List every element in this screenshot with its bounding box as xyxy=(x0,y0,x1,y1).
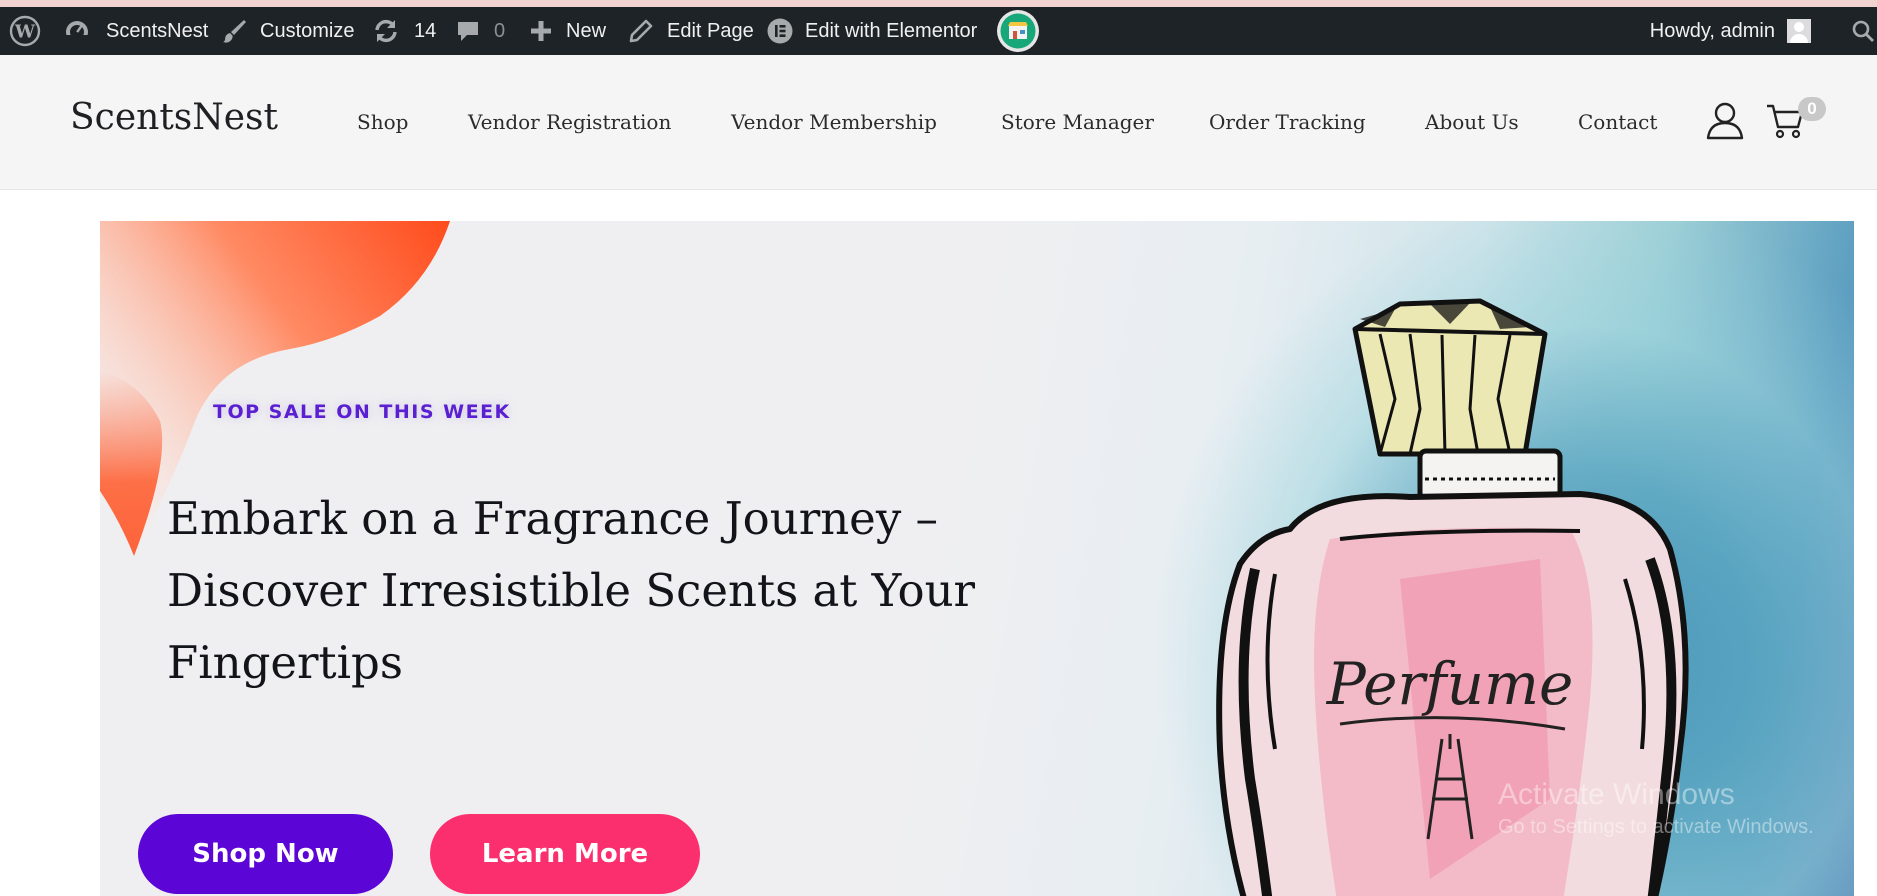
site-name-menu[interactable]: ScentsNest xyxy=(64,7,208,55)
bottle-label-text: Perfume xyxy=(1326,650,1574,718)
search-icon[interactable] xyxy=(1847,7,1877,55)
shop-now-button[interactable]: Shop Now xyxy=(138,814,393,894)
edit-with-elementor-label: Edit with Elementor xyxy=(805,19,978,42)
comments-menu[interactable]: 0 xyxy=(456,7,505,55)
wordpress-logo-icon[interactable]: W xyxy=(8,7,42,55)
cart-count-badge: 0 xyxy=(1798,97,1826,121)
nav-store-manager[interactable]: Store Manager xyxy=(1001,110,1154,134)
comment-bubble-icon xyxy=(458,22,478,41)
site-header: ScentsNest Shop Vendor Registration Vend… xyxy=(0,55,1877,190)
plus-icon xyxy=(531,21,551,41)
nav-vendor-membership[interactable]: Vendor Membership xyxy=(731,110,937,134)
comments-count: 0 xyxy=(494,19,506,42)
updates-menu[interactable]: 14 xyxy=(372,7,436,55)
wp-admin-bar: W ScentsNest Customize 14 0 New Edit Pag… xyxy=(0,7,1877,55)
updates-icon xyxy=(375,19,397,43)
hero-eyebrow: TOP SALE ON THIS WEEK xyxy=(213,401,511,423)
nav-vendor-registration[interactable]: Vendor Registration xyxy=(468,110,671,134)
activate-windows-watermark: Activate Windows Go to Settings to activ… xyxy=(1498,778,1814,839)
new-content-menu[interactable]: New xyxy=(530,7,606,55)
my-account-menu[interactable]: Howdy, admin xyxy=(1650,7,1811,55)
customize-menu[interactable]: Customize xyxy=(222,7,354,55)
new-label: New xyxy=(566,19,607,42)
hero-banner: TOP SALE ON THIS WEEK Embark on a Fragra… xyxy=(100,221,1854,896)
paintbrush-icon xyxy=(223,20,246,43)
nav-order-tracking[interactable]: Order Tracking xyxy=(1209,110,1366,134)
watermark-subtitle: Go to Settings to activate Windows. xyxy=(1498,816,1814,838)
svg-text:W: W xyxy=(14,22,36,43)
nav-shop[interactable]: Shop xyxy=(357,110,408,134)
edit-page-menu[interactable]: Edit Page xyxy=(629,7,754,55)
admin-avatar xyxy=(1787,19,1811,43)
site-name-label: ScentsNest xyxy=(106,19,209,42)
nav-contact[interactable]: Contact xyxy=(1578,110,1657,134)
updates-count: 14 xyxy=(414,19,437,42)
learn-more-button[interactable]: Learn More xyxy=(430,814,700,894)
watermark-title: Activate Windows xyxy=(1498,778,1735,811)
browser-top-edge xyxy=(0,0,1877,7)
howdy-label: Howdy, admin xyxy=(1649,19,1775,42)
pencil-icon xyxy=(629,19,653,43)
edit-page-label: Edit Page xyxy=(667,19,754,42)
user-account-icon[interactable] xyxy=(1706,100,1744,144)
elementor-icon xyxy=(767,18,793,44)
store-plugin-icon[interactable] xyxy=(996,7,1040,55)
nav-about-us[interactable]: About Us xyxy=(1425,110,1519,134)
customize-label: Customize xyxy=(260,19,355,42)
site-logo-text[interactable]: ScentsNest xyxy=(70,97,278,138)
dashboard-icon xyxy=(66,21,88,44)
edit-with-elementor-menu[interactable]: Edit with Elementor xyxy=(767,7,977,55)
hero-headline: Embark on a Fragrance Journey – Discover… xyxy=(167,492,976,689)
